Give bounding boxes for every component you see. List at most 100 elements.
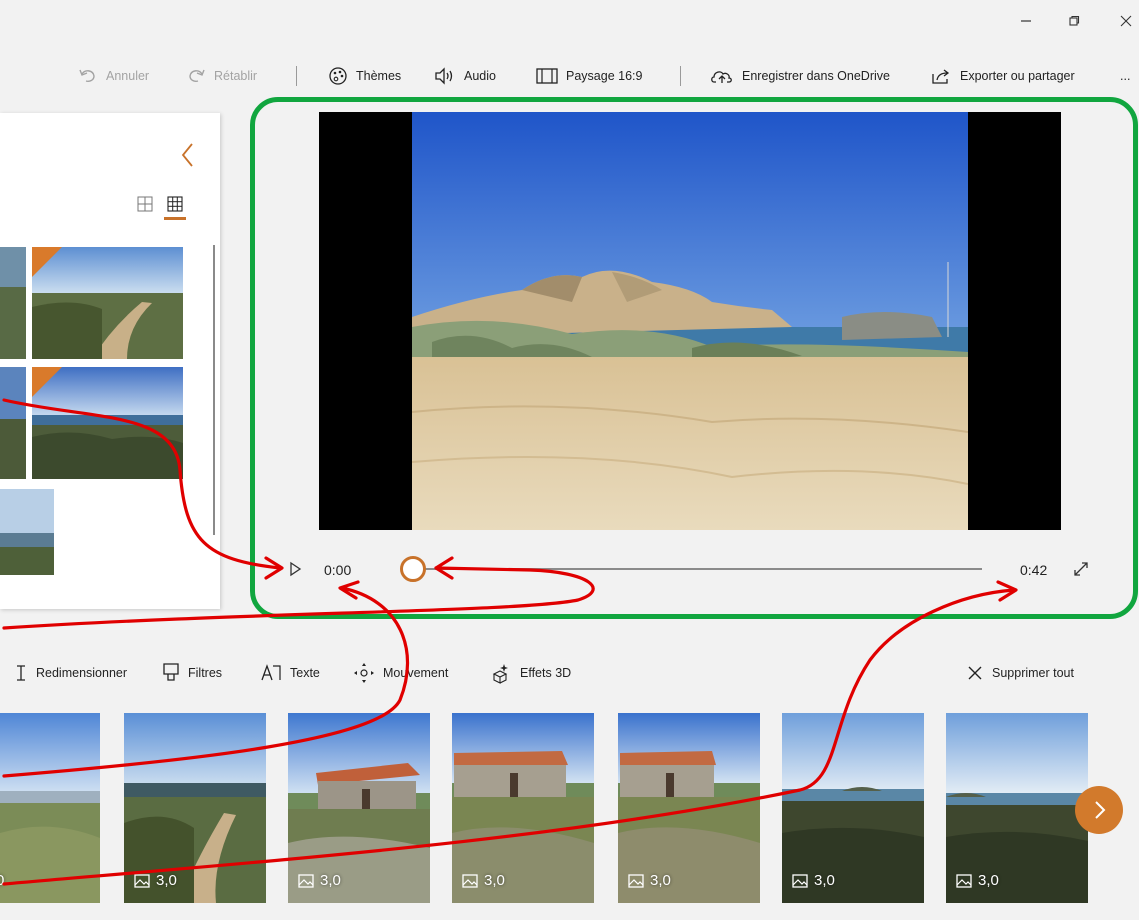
- library-scrollbar[interactable]: [213, 245, 215, 535]
- speaker-icon: [435, 67, 453, 85]
- filter-icon: [163, 663, 179, 681]
- storyboard-card[interactable]: 3,0: [618, 713, 760, 903]
- image-icon: [134, 873, 150, 888]
- used-in-project-marker: [32, 247, 62, 277]
- large-grid-view-icon[interactable]: [136, 195, 154, 213]
- cloud-upload-icon: [711, 71, 732, 83]
- image-icon: [792, 873, 808, 888]
- fullscreen-icon[interactable]: [1072, 560, 1090, 578]
- coast-landscape-image: [0, 713, 100, 903]
- aspect-ratio-icon: [536, 68, 558, 84]
- storyboard-card[interactable]: 3,0: [288, 713, 430, 903]
- share-icon: [932, 69, 950, 84]
- save-onedrive-button[interactable]: Enregistrer dans OneDrive: [710, 60, 890, 92]
- 3d-effects-label: Effets 3D: [520, 666, 572, 680]
- text-button[interactable]: Texte: [260, 660, 320, 686]
- resize-icon: [17, 665, 25, 681]
- redo-button[interactable]: Rétablir: [186, 60, 257, 92]
- image-icon: [298, 873, 314, 888]
- small-grid-view-icon[interactable]: [166, 195, 184, 213]
- play-icon[interactable]: [287, 561, 303, 577]
- export-share-label: Exporter ou partager: [960, 69, 1075, 83]
- duration-badge: 3,0: [298, 872, 341, 889]
- undo-label: Annuler: [106, 69, 150, 83]
- themes-button[interactable]: Thèmes: [328, 60, 401, 92]
- aspect-ratio-label: Paysage 16:9: [566, 69, 643, 83]
- undo-button[interactable]: Annuler: [78, 60, 149, 92]
- duration-label: 3,0: [814, 872, 835, 889]
- library-thumbnail[interactable]: [0, 247, 26, 359]
- text-label: Texte: [290, 666, 320, 680]
- delete-all-label: Supprimer tout: [992, 666, 1074, 680]
- duration-label: 3,0: [156, 872, 177, 889]
- resize-button[interactable]: Redimensionner: [14, 660, 127, 686]
- duration-badge: 3,0: [792, 872, 835, 889]
- motion-label: Mouvement: [383, 666, 449, 680]
- undo-icon: [79, 69, 95, 82]
- resize-label: Redimensionner: [36, 666, 128, 680]
- duration-label: 0: [0, 872, 5, 889]
- collapse-panel-icon[interactable]: [178, 141, 198, 169]
- scroll-right-button[interactable]: [1075, 786, 1123, 834]
- 3d-effects-icon: [492, 664, 508, 684]
- landscape-image: [0, 489, 54, 575]
- project-library-panel: [0, 113, 220, 609]
- duration-badge: 0: [0, 872, 4, 889]
- close-icon: [1120, 15, 1132, 27]
- 3d-effects-button[interactable]: Effets 3D: [490, 660, 571, 686]
- image-icon: [956, 873, 972, 888]
- landscape-image: [0, 247, 26, 359]
- storyboard-card[interactable]: 3,0: [452, 713, 594, 903]
- minimize-icon: [1021, 20, 1031, 22]
- library-thumbnail[interactable]: [32, 247, 183, 359]
- annotation-arrowhead: [264, 556, 284, 580]
- storyboard-card[interactable]: 3,0: [946, 713, 1088, 903]
- top-toolbar: Annuler Rétablir Thèmes Audio Paysage 16…: [0, 60, 1139, 92]
- delete-all-button[interactable]: Supprimer tout: [966, 660, 1074, 686]
- motion-button[interactable]: Mouvement: [353, 660, 448, 686]
- preview-image: [412, 112, 968, 530]
- export-share-button[interactable]: Exporter ou partager: [930, 60, 1075, 92]
- toolbar-divider: [296, 66, 297, 86]
- minimize-button[interactable]: [1020, 14, 1032, 32]
- more-options-icon: ...: [1120, 69, 1131, 83]
- active-view-indicator: [164, 217, 186, 220]
- filters-button[interactable]: Filtres: [162, 660, 222, 686]
- motion-icon: [354, 663, 374, 683]
- redo-label: Rétablir: [214, 69, 258, 83]
- duration-label: 3,0: [978, 872, 999, 889]
- restore-icon: [1069, 15, 1080, 26]
- close-icon: [968, 666, 982, 680]
- image-icon: [628, 873, 644, 888]
- total-time: 0:42: [1020, 562, 1048, 578]
- storyboard-card[interactable]: 3,0: [124, 713, 266, 903]
- audio-button[interactable]: Audio: [434, 60, 496, 92]
- storyboard-card[interactable]: 3,0: [782, 713, 924, 903]
- filters-label: Filtres: [188, 666, 223, 680]
- landscape-image: [0, 367, 26, 479]
- current-time: 0:00: [324, 562, 352, 578]
- duration-badge: 3,0: [628, 872, 671, 889]
- aspect-ratio-button[interactable]: Paysage 16:9: [536, 60, 642, 92]
- text-icon: [261, 664, 281, 681]
- library-thumbnail[interactable]: [32, 367, 183, 479]
- close-button[interactable]: [1120, 14, 1132, 32]
- chevron-right-icon: [1095, 801, 1106, 819]
- storyboard-card[interactable]: 0: [0, 713, 100, 903]
- used-in-project-marker: [32, 367, 62, 397]
- duration-label: 3,0: [320, 872, 341, 889]
- video-preview[interactable]: [319, 112, 1061, 530]
- seek-bar[interactable]: [412, 568, 982, 570]
- themes-label: Thèmes: [356, 69, 402, 83]
- save-onedrive-label: Enregistrer dans OneDrive: [742, 69, 890, 83]
- more-options-button[interactable]: ...: [1120, 60, 1130, 92]
- seek-handle[interactable]: [400, 556, 426, 582]
- palette-icon: [329, 67, 347, 85]
- toolbar-divider: [680, 66, 681, 86]
- library-thumbnail[interactable]: [0, 367, 26, 479]
- duration-badge: 3,0: [956, 872, 999, 889]
- restore-button[interactable]: [1068, 14, 1080, 32]
- duration-label: 3,0: [484, 872, 505, 889]
- duration-badge: 3,0: [462, 872, 505, 889]
- library-thumbnail[interactable]: [0, 489, 54, 575]
